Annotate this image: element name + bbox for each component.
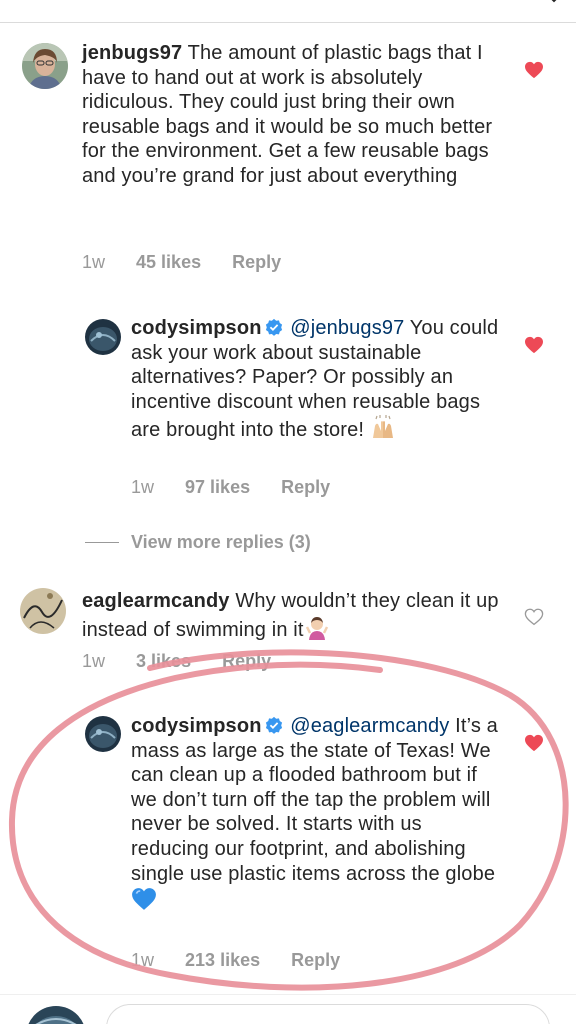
heart-icon[interactable] <box>524 734 544 752</box>
comment-time: 1w <box>131 477 155 497</box>
chevron-down-icon[interactable] <box>546 0 562 6</box>
comment-likes[interactable]: 3 likes <box>136 651 191 671</box>
heart-icon[interactable] <box>524 608 544 626</box>
my-avatar <box>26 1006 86 1024</box>
heart-icon[interactable] <box>524 61 544 79</box>
comment-mention[interactable]: @eaglearmcandy <box>290 715 449 737</box>
comment-meta: 1w 3 likes Reply <box>82 651 297 672</box>
comment-username[interactable]: codysimpson <box>131 317 262 339</box>
comment-input[interactable] <box>106 1004 550 1024</box>
reply-button[interactable]: Reply <box>222 651 271 671</box>
view-more-divider <box>85 542 119 543</box>
verified-badge-icon <box>265 716 282 734</box>
reply-button[interactable]: Reply <box>281 477 330 497</box>
avatar[interactable] <box>85 319 121 355</box>
comment-meta: 1w 45 likes Reply <box>82 252 307 273</box>
comment-body: codysimpson @jenbugs97 You could ask you… <box>131 316 499 443</box>
comment-body: jenbugs97 The amount of plastic bags tha… <box>82 41 502 189</box>
bottom-divider <box>0 994 576 995</box>
avatar[interactable] <box>20 588 66 634</box>
blue-heart-icon <box>132 888 156 910</box>
comment-meta: 1w 97 likes Reply <box>131 477 356 498</box>
heart-icon[interactable] <box>524 336 544 354</box>
comment-mention[interactable]: @jenbugs97 <box>290 317 404 339</box>
reply-button[interactable]: Reply <box>291 950 340 970</box>
raising-hands-icon <box>372 415 393 439</box>
comment-time: 1w <box>131 950 155 970</box>
comment-time: 1w <box>82 651 106 671</box>
comment-likes[interactable]: 213 likes <box>185 950 260 970</box>
view-more-replies-button[interactable]: View more replies (3) <box>85 532 311 554</box>
comment-body: codysimpson @eaglearmcandy It’s a mass a… <box>131 714 499 915</box>
person-shrugging-icon <box>305 616 328 640</box>
avatar[interactable] <box>22 43 68 89</box>
reply-button[interactable]: Reply <box>232 252 281 272</box>
comment-username[interactable]: codysimpson <box>131 715 262 737</box>
comment-username[interactable]: eaglearmcandy <box>82 590 230 612</box>
comment-username[interactable]: jenbugs97 <box>82 42 182 64</box>
comment-likes[interactable]: 97 likes <box>185 477 250 497</box>
comment-text: It’s a mass as large as the state of Tex… <box>131 715 498 885</box>
comment-likes[interactable]: 45 likes <box>136 252 201 272</box>
top-divider <box>0 22 576 23</box>
comment-body: eaglearmcandy Why wouldn’t they clean it… <box>82 589 502 642</box>
comment-time: 1w <box>82 252 106 272</box>
verified-badge-icon <box>265 318 282 336</box>
comment-meta: 1w 213 likes Reply <box>131 950 366 971</box>
view-more-label: View more replies (3) <box>131 532 311 552</box>
comments-screen: jenbugs97 The amount of plastic bags tha… <box>0 0 576 1024</box>
avatar[interactable] <box>85 716 121 752</box>
